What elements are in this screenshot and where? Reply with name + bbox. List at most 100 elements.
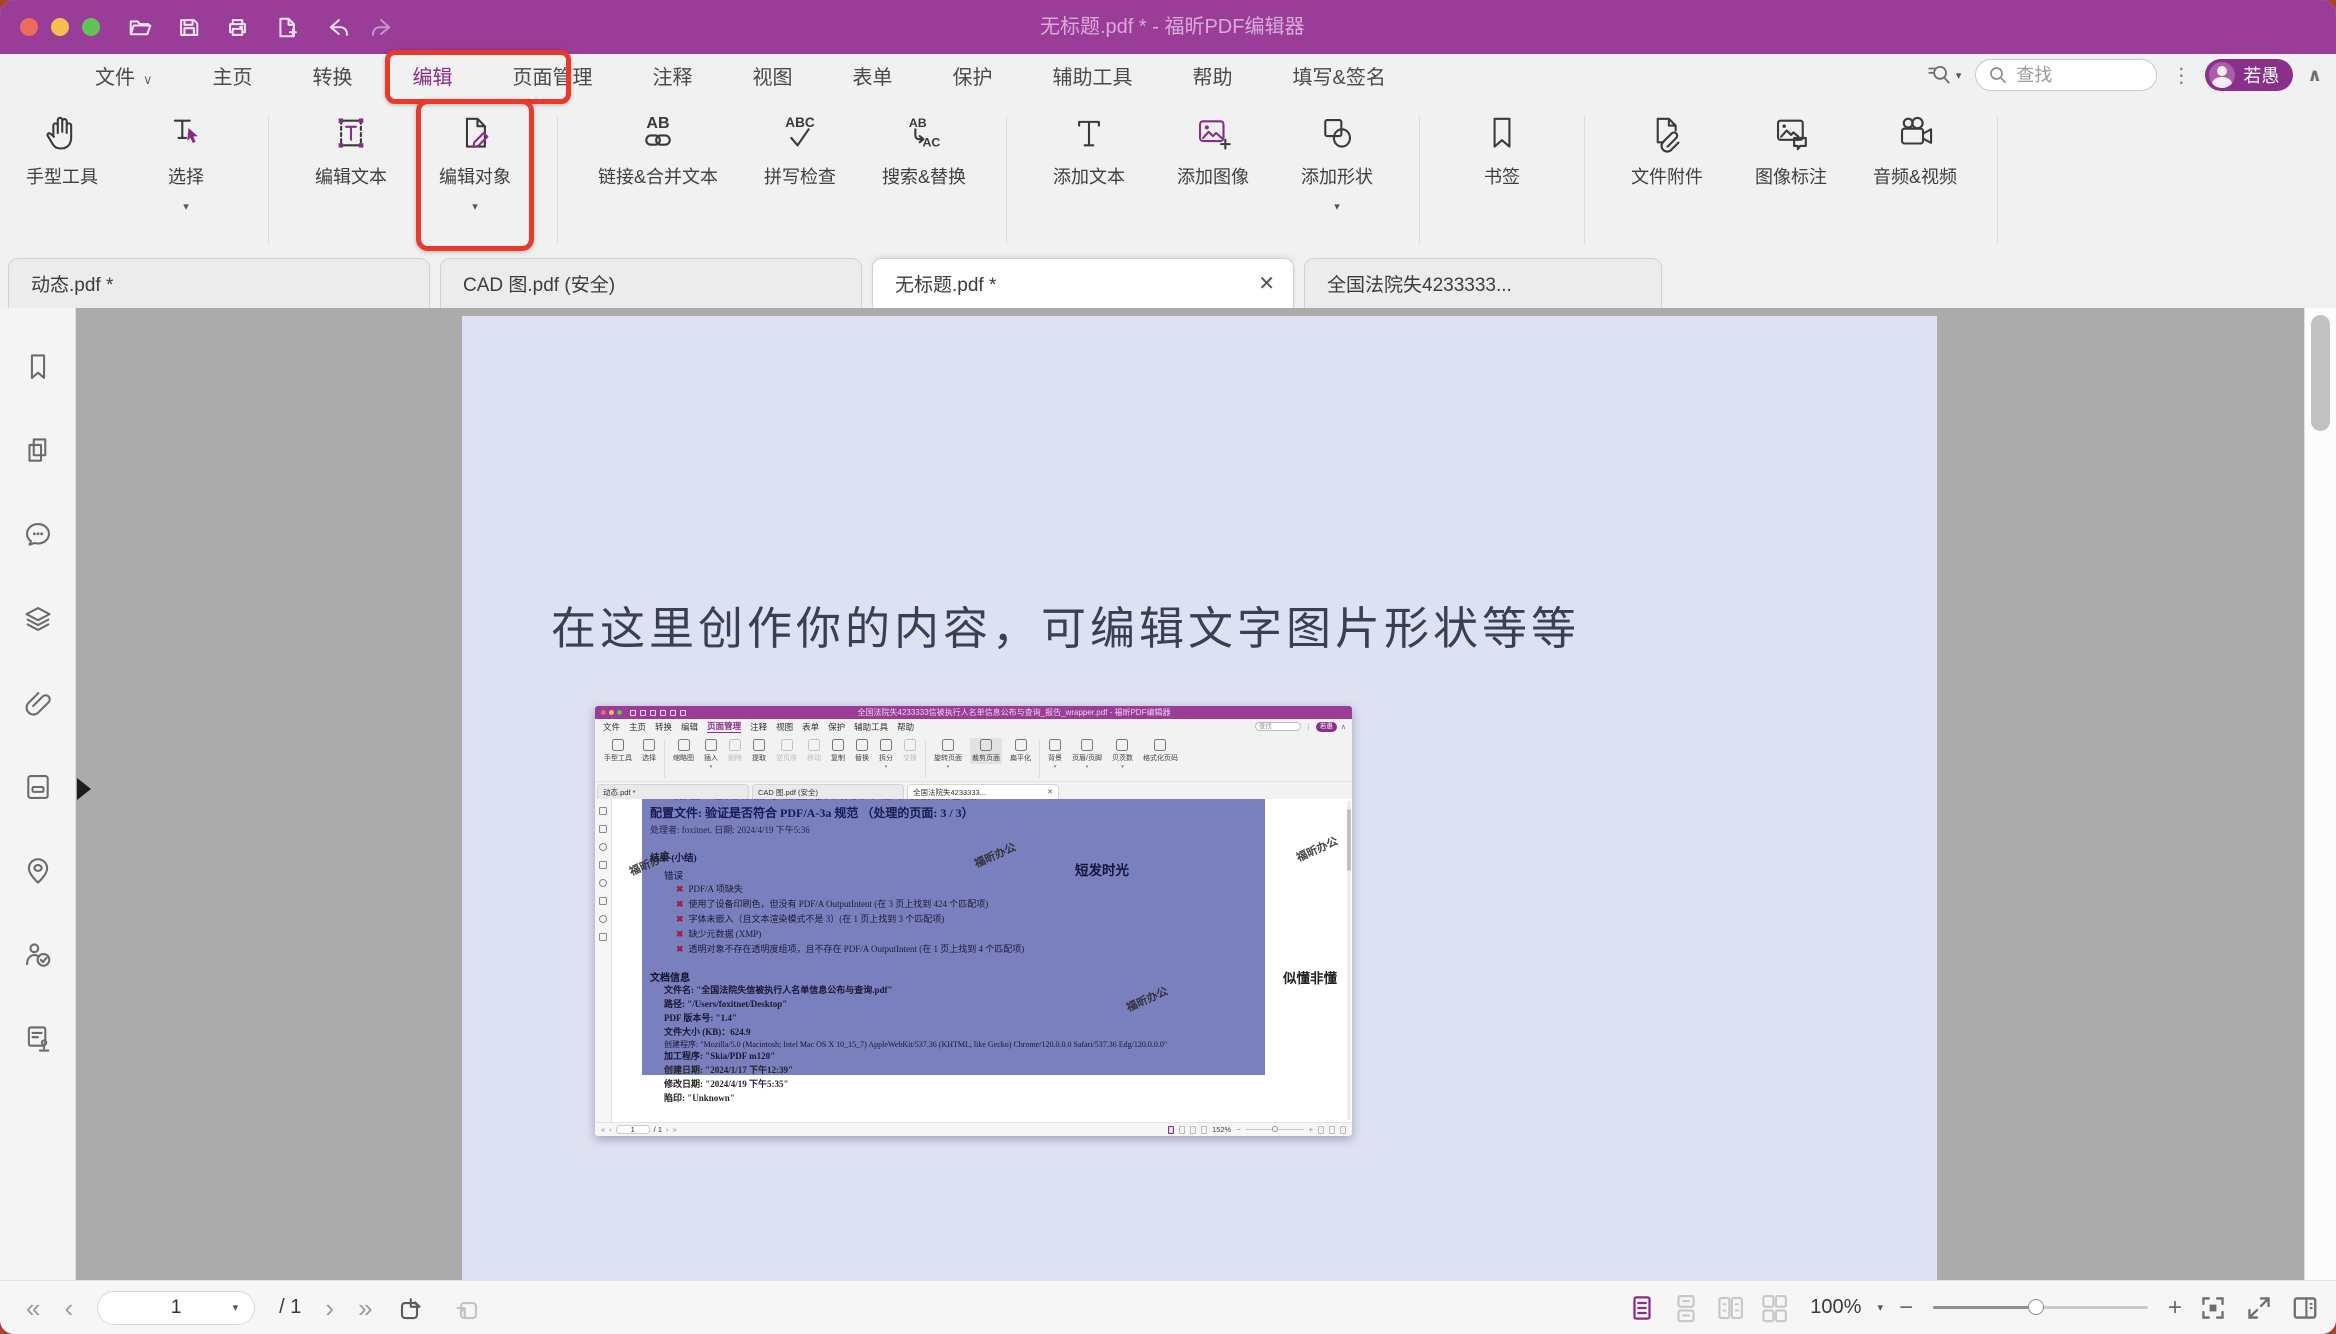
mini-overlay-text: 似懂非懂 [1283,967,1337,987]
pages-panel-icon[interactable] [21,434,55,468]
menu-protect[interactable]: 保护 [953,61,993,90]
select-tool-button[interactable]: 选择 ▾ [144,112,228,213]
add-text-button[interactable]: 添加文本 [1047,112,1131,189]
redo-icon[interactable] [371,14,398,41]
menu-comment[interactable]: 注释 [653,61,693,90]
edit-text-button[interactable]: 编辑文本 [309,112,393,189]
menu-view[interactable]: 视图 [753,61,793,90]
signature-panel-icon[interactable] [21,938,55,972]
caret-down-icon[interactable]: ▾ [1334,200,1340,213]
layers-panel-icon[interactable] [21,602,55,636]
page-heading-text: 在这里创作你的内容，可编辑文字图片形状等等 [551,592,1580,657]
add-image-icon [1192,112,1234,154]
vertical-scrollbar[interactable] [2304,308,2336,1280]
divider [1997,116,1998,244]
destinations-panel-icon[interactable] [21,854,55,888]
divider [557,116,558,244]
page-number-input[interactable]: 1▾ [97,1291,255,1325]
menu-file[interactable]: 文件∨ [95,61,153,90]
facing-continuous-view-icon[interactable] [1760,1293,1788,1323]
bookmark-button[interactable]: 书签 [1460,112,1544,189]
svg-text:AB: AB [909,116,927,130]
zoom-out-button[interactable]: − [1899,1294,1913,1322]
menu-page-management[interactable]: 页面管理 [513,61,593,90]
stamps-panel-icon[interactable] [21,1022,55,1056]
spell-check-button[interactable]: ABC 拼写检查 [758,112,842,189]
last-page-button[interactable]: » [358,1295,372,1321]
navigation-sidebar [0,308,76,1280]
print-icon[interactable] [224,14,251,41]
menu-convert[interactable]: 转换 [313,61,353,90]
avatar [2209,62,2235,88]
undo-icon[interactable] [322,14,349,41]
minimize-window-button[interactable] [51,18,69,36]
tab-untitled-pdf[interactable]: 无标题.pdf *✕ [872,258,1294,308]
reading-panel-icon[interactable] [2290,1293,2320,1323]
add-text-icon [1068,112,1110,154]
close-window-button[interactable] [20,18,38,36]
add-image-button[interactable]: 添加图像 [1171,112,1255,189]
hand-tool-button[interactable]: 手型工具 [20,112,104,189]
tab-cad-pdf[interactable]: CAD 图.pdf (安全) [440,258,862,308]
facing-view-icon[interactable] [1716,1293,1744,1323]
search-input[interactable] [2016,65,2136,86]
continuous-view-icon[interactable] [1672,1293,1700,1323]
add-shape-button[interactable]: 添加形状 ▾ [1295,112,1379,213]
zoom-slider[interactable] [1933,1306,2148,1309]
menu-edit[interactable]: 编辑 [413,61,453,90]
caret-down-icon[interactable]: ▾ [472,200,478,213]
link-join-text-button[interactable]: AB 链接&合并文本 [598,112,718,189]
search-replace-button[interactable]: ABAC 搜索&替换 [882,112,966,189]
single-page-view-icon[interactable] [1628,1293,1656,1323]
next-view-icon[interactable] [451,1293,481,1323]
sidebar-expander[interactable] [77,778,91,800]
zoom-in-button[interactable]: + [2168,1294,2182,1322]
new-document-icon[interactable] [273,14,300,41]
advanced-search-button[interactable]: ▾ [1926,62,1962,88]
maximize-window-button[interactable] [82,18,100,36]
menu-home[interactable]: 主页 [213,61,253,90]
menu-accessibility[interactable]: 辅助工具 [1053,61,1133,90]
pdf-page[interactable]: 在这里创作你的内容，可编辑文字图片形状等等 全国法院失4233333信被执行人名… [462,316,1937,1280]
caret-down-icon[interactable]: ▾ [183,200,189,213]
mini-search-box: 查找 [1255,722,1301,731]
scrollbar-thumb[interactable] [2311,315,2330,431]
page-total-label: / 1 [279,1296,301,1319]
mini-titlebar-icons [630,710,686,716]
next-page-button[interactable]: › [325,1295,334,1321]
audio-video-button[interactable]: 音频&视频 [1873,112,1957,189]
image-annotation-button[interactable]: 图像标注 [1749,112,1833,189]
previous-view-icon[interactable] [397,1293,427,1323]
fields-panel-icon[interactable] [21,770,55,804]
collapse-ribbon-button[interactable]: ∧ [2307,65,2322,86]
attachments-panel-icon[interactable] [21,686,55,720]
account-button[interactable]: 若愚 [2205,59,2293,91]
divider [1584,116,1585,244]
menu-fill-sign[interactable]: 填写&签名 [1293,61,1386,90]
menu-form[interactable]: 表单 [853,61,893,90]
edit-object-button[interactable]: 编辑对象 ▾ [433,112,517,213]
bookmarks-panel-icon[interactable] [21,350,55,384]
previous-page-button[interactable]: ‹ [64,1295,73,1321]
more-options-icon[interactable]: ⋮ [2171,63,2191,88]
divider [1419,116,1420,244]
image-annotation-icon [1770,112,1812,154]
zoom-level-label[interactable]: 100% [1810,1296,1861,1319]
caret-down-icon[interactable]: ▾ [1877,1301,1883,1314]
link-text-icon: AB [637,112,679,154]
menu-help[interactable]: 帮助 [1193,61,1233,90]
close-tab-icon[interactable]: ✕ [1258,271,1275,296]
zoom-slider-thumb[interactable] [2028,1299,2044,1315]
fit-page-icon[interactable] [2198,1293,2228,1323]
comments-panel-icon[interactable] [21,518,55,552]
embedded-screenshot-image[interactable]: 全国法院失4233333信被执行人名单信息公布与查询_报告_wrapper.pd… [595,706,1352,1136]
save-icon[interactable] [175,14,202,41]
first-page-button[interactable]: « [26,1295,40,1321]
window-title: 无标题.pdf * - 福昕PDF编辑器 [1040,0,1304,54]
search-box[interactable] [1975,59,2157,91]
file-attachment-button[interactable]: 文件附件 [1625,112,1709,189]
tab-court-pdf[interactable]: 全国法院失4233333... [1304,258,1662,308]
fullscreen-icon[interactable] [2244,1293,2274,1323]
tab-dongtai-pdf[interactable]: 动态.pdf * [8,258,430,308]
open-file-icon[interactable] [126,14,153,41]
